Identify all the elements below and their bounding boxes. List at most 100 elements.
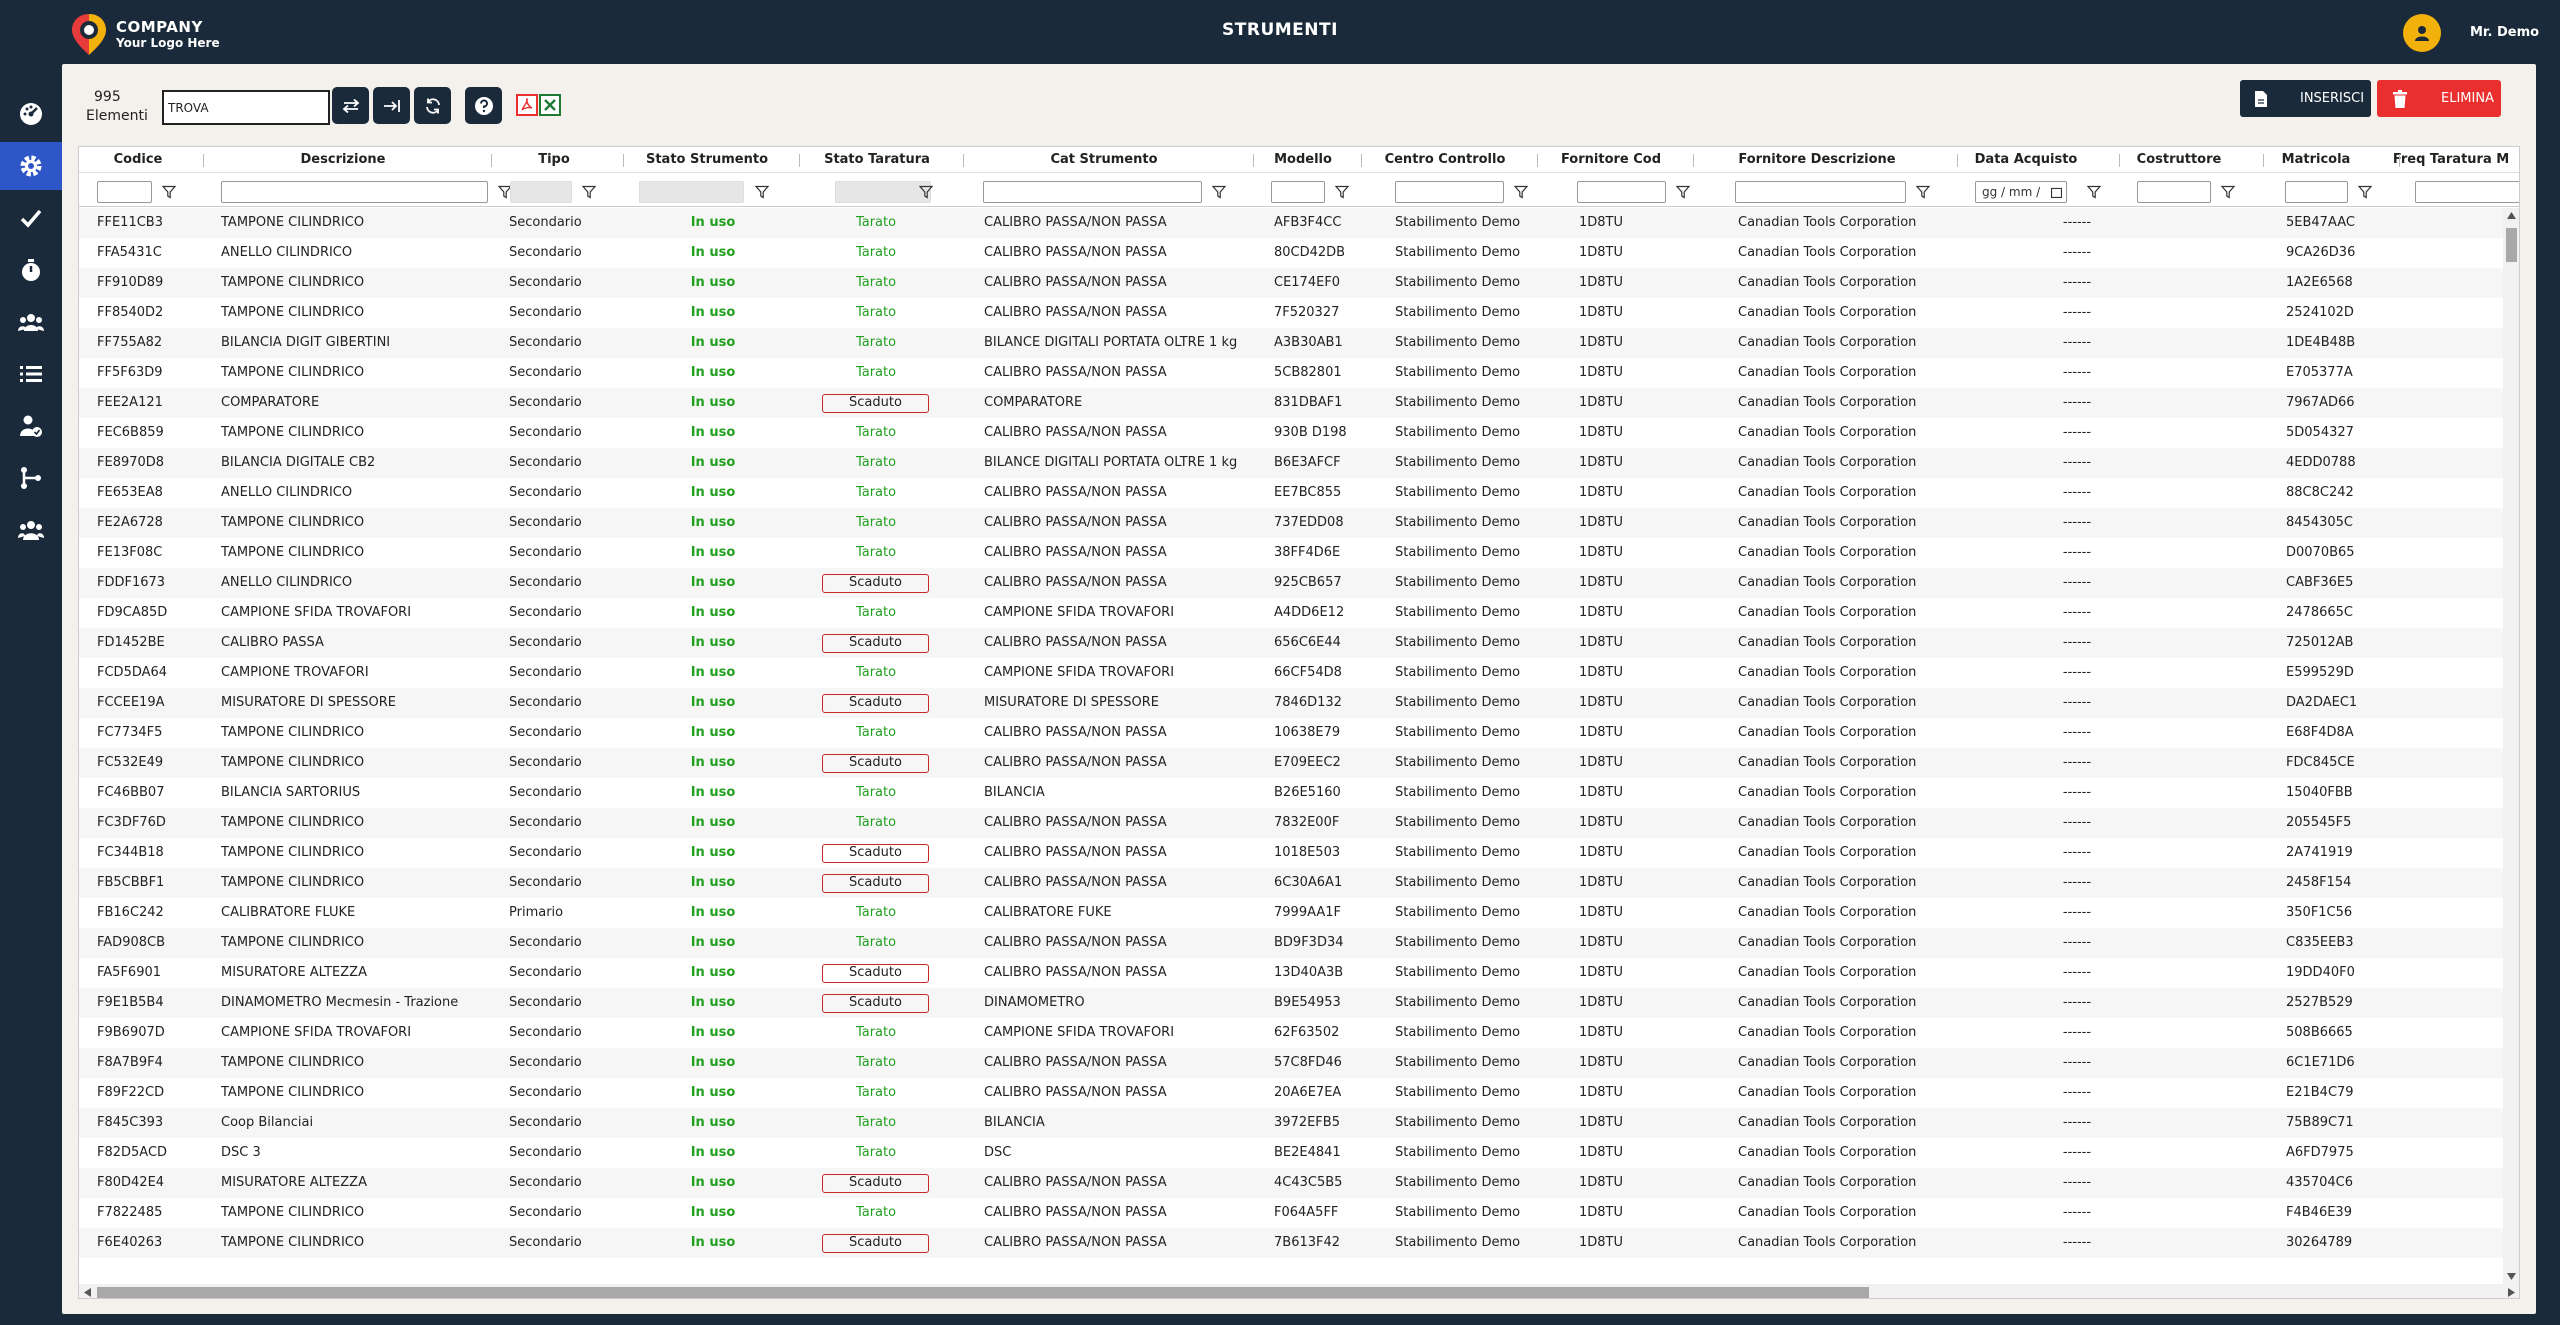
column-header[interactable]: Cat Strumento [959,147,1249,173]
column-header[interactable]: Fornitore Descrizione [1689,147,1945,173]
table-row[interactable]: FCCEE19A MISURATORE DI SPESSORE Secondario… [79,688,2503,718]
sidebar-item-settings[interactable] [0,142,62,190]
table-row[interactable]: FEE2A121 COMPARATORE Secondario In uso Scadu… [79,388,2503,418]
filter-icon[interactable] [162,185,176,199]
table-row[interactable]: F82D5ACD DSC 3 Secondario In uso Tarato DSC BE… [79,1138,2503,1168]
column-separator[interactable] [2263,154,2264,167]
column-header[interactable]: Fornitore Cod [1533,147,1689,173]
filter-icon[interactable] [1335,185,1349,199]
column-header[interactable]: Stato Strumento [619,147,795,173]
column-separator[interactable] [623,154,624,167]
table-row[interactable]: FE13F08C TAMPONE CILINDRICO Secondario In u… [79,538,2503,568]
sidebar-item-workflow[interactable] [0,454,62,502]
delete-button[interactable]: ELIMINA [2377,80,2501,117]
column-header[interactable]: Stato Taratura [795,147,959,173]
column-filter-input[interactable] [221,181,488,203]
sidebar-item-user-check[interactable] [0,402,62,450]
column-header[interactable]: Matricola [2251,147,2381,173]
calendar-icon[interactable] [2051,187,2062,198]
filter-icon[interactable] [1916,185,1930,199]
username[interactable]: Mr. Demo [2470,25,2539,40]
table-row[interactable]: FCD5DA64 CAMPIONE TROVAFORI Secondario In u… [79,658,2503,688]
sidebar-item-timer[interactable] [0,246,62,294]
column-separator[interactable] [2399,154,2400,167]
column-separator[interactable] [203,154,204,167]
refresh-button[interactable] [414,87,451,124]
table-row[interactable]: FFA5431C ANELLO CILINDRICO Secondario In us… [79,238,2503,268]
export-pdf-button[interactable] [516,94,538,116]
column-filter-input[interactable] [1395,181,1504,203]
column-separator[interactable] [963,154,964,167]
column-header[interactable]: Descrizione [197,147,489,173]
column-filter-input[interactable] [2285,181,2348,203]
table-row[interactable]: FB5CBBF1 TAMPONE CILINDRICO Secondario In u… [79,868,2503,898]
export-excel-button[interactable] [539,94,561,116]
search-input[interactable] [162,90,330,125]
column-separator[interactable] [1537,154,1538,167]
table-row[interactable]: FF8540D2 TAMPONE CILINDRICO Secondario In u… [79,298,2503,328]
vertical-scroll-thumb[interactable] [2506,228,2517,262]
table-row[interactable]: FF5F63D9 TAMPONE CILINDRICO Secondario In u… [79,358,2503,388]
table-row[interactable]: F80D42E4 MISURATORE ALTEZZA Secondario In u… [79,1168,2503,1198]
column-filter-input[interactable] [2415,181,2519,203]
table-row[interactable]: FE653EA8 ANELLO CILINDRICO Secondario In us… [79,478,2503,508]
swap-button[interactable] [332,87,369,124]
table-row[interactable]: FEC6B859 TAMPONE CILINDRICO Secondario In u… [79,418,2503,448]
table-row[interactable]: FA5F6901 MISURATORE ALTEZZA Secondario In u… [79,958,2503,988]
column-filter-input[interactable] [1735,181,1906,203]
column-filter-input[interactable] [1577,181,1666,203]
filter-icon[interactable] [755,185,769,199]
table-row[interactable]: F6E40263 TAMPONE CILINDRICO Secondario In u… [79,1228,2503,1258]
column-separator[interactable] [1361,154,1362,167]
column-header[interactable]: Tipo [489,147,619,173]
filter-icon[interactable] [1514,185,1528,199]
table-row[interactable]: F845C393 Coop Bilanciai Secondario In uso Ta… [79,1108,2503,1138]
table-row[interactable]: FC7734F5 TAMPONE CILINDRICO Secondario In u… [79,718,2503,748]
column-filter-input[interactable] [1271,181,1325,203]
table-row[interactable]: FFE11CB3 TAMPONE CILINDRICO Secondario In u… [79,208,2503,238]
insert-button[interactable]: INSERISCI [2240,80,2371,117]
column-separator[interactable] [1957,154,1958,167]
horizontal-scrollbar[interactable] [79,1284,2519,1298]
column-header[interactable]: Modello [1249,147,1357,173]
table-row[interactable]: FC532E49 TAMPONE CILINDRICO Secondario In u… [79,748,2503,778]
column-header[interactable]: Costruttore [2107,147,2251,173]
filter-icon[interactable] [1212,185,1226,199]
table-row[interactable]: FD9CA85D CAMPIONE SFIDA TROVAFORI Secondar… [79,598,2503,628]
sidebar-item-check[interactable] [0,194,62,242]
table-row[interactable]: F9B6907D CAMPIONE SFIDA TROVAFORI Secondar… [79,1018,2503,1048]
table-row[interactable]: F7822485 TAMPONE CILINDRICO Secondario In u… [79,1198,2503,1228]
jump-to-end-button[interactable] [373,87,410,124]
column-filter-input[interactable] [2137,181,2211,203]
sidebar-item-users[interactable] [0,506,62,554]
table-row[interactable]: FC46BB07 BILANCIA SARTORIUS Secondario In u… [79,778,2503,808]
table-row[interactable]: FE8970D8 BILANCIA DIGITALE CB2 Secondario I… [79,448,2503,478]
column-filter-input[interactable] [97,181,152,203]
filter-icon[interactable] [1676,185,1690,199]
table-row[interactable]: FE2A6728 TAMPONE CILINDRICO Secondario In u… [79,508,2503,538]
table-row[interactable]: FF910D89 TAMPONE CILINDRICO Secondario In u… [79,268,2503,298]
avatar[interactable] [2403,14,2441,52]
table-row[interactable]: F89F22CD TAMPONE CILINDRICO Secondario In u… [79,1078,2503,1108]
filter-icon[interactable] [919,185,933,199]
table-row[interactable]: FF755A82 BILANCIA DIGIT GIBERTINI Secondar… [79,328,2503,358]
sidebar-item-dashboard[interactable] [0,90,62,138]
table-row[interactable]: F9E1B5B4 DINAMOMETRO Mecmesin - Trazione S… [79,988,2503,1018]
vertical-scrollbar[interactable] [2503,208,2519,1284]
column-separator[interactable] [2119,154,2120,167]
table-row[interactable]: FD1452BE CALIBRO PASSA Secondario In uso Sca… [79,628,2503,658]
column-separator[interactable] [491,154,492,167]
table-row[interactable]: FB16C242 CALIBRATORE FLUKE Primario In uso T… [79,898,2503,928]
filter-icon[interactable] [582,185,596,199]
table-row[interactable]: FC3DF76D TAMPONE CILINDRICO Secondario In u… [79,808,2503,838]
column-separator[interactable] [799,154,800,167]
filter-icon[interactable] [2358,185,2372,199]
filter-icon[interactable] [2221,185,2235,199]
sidebar-item-groups[interactable] [0,298,62,346]
table-row[interactable]: FDDF1673 ANELLO CILINDRICO Secondario In us… [79,568,2503,598]
column-header[interactable]: Freq Taratura M [2381,147,2519,173]
help-button[interactable] [465,87,502,124]
table-row[interactable]: FAD908CB TAMPONE CILINDRICO Secondario In u… [79,928,2503,958]
column-separator[interactable] [1693,154,1694,167]
table-row[interactable]: FC344B18 TAMPONE CILINDRICO Secondario In u… [79,838,2503,868]
